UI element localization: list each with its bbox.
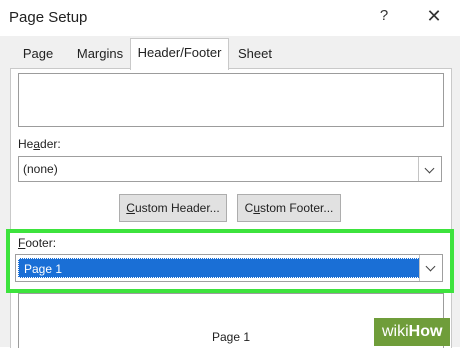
tab-page[interactable]: Page xyxy=(16,42,60,66)
header-label: Header: xyxy=(18,137,61,151)
chevron-down-icon xyxy=(424,163,435,174)
header-preview xyxy=(18,73,444,127)
header-dropdown-arrow[interactable] xyxy=(418,157,441,181)
header-dropdown-value: (none) xyxy=(23,162,58,176)
footer-dropdown-arrow[interactable] xyxy=(419,255,442,281)
chevron-down-icon xyxy=(425,261,436,272)
close-button[interactable]: ✕ xyxy=(425,5,443,27)
page-setup-dialog: Page Setup ? ✕ Page Margins Sheet Header… xyxy=(0,0,460,348)
custom-footer-button[interactable]: Custom Footer... xyxy=(237,194,341,222)
tab-strip xyxy=(0,36,460,68)
tab-margins[interactable]: Margins xyxy=(70,42,130,66)
footer-dropdown[interactable]: Page 1 xyxy=(15,254,443,282)
header-dropdown[interactable]: (none) xyxy=(18,156,442,182)
footer-dropdown-selection: Page 1 xyxy=(18,258,420,278)
wikihow-watermark: wikiHow xyxy=(374,318,451,346)
help-button[interactable]: ? xyxy=(376,7,392,27)
dialog-title: Page Setup xyxy=(9,9,88,26)
tab-sheet[interactable]: Sheet xyxy=(236,42,274,66)
footer-label: Footer: xyxy=(18,236,57,250)
custom-header-button[interactable]: Custom Header... xyxy=(119,194,227,222)
footer-dropdown-value: Page 1 xyxy=(24,262,63,276)
title-bar: Page Setup ? ✕ xyxy=(0,0,460,36)
tab-header-footer[interactable]: Header/Footer xyxy=(130,38,229,70)
